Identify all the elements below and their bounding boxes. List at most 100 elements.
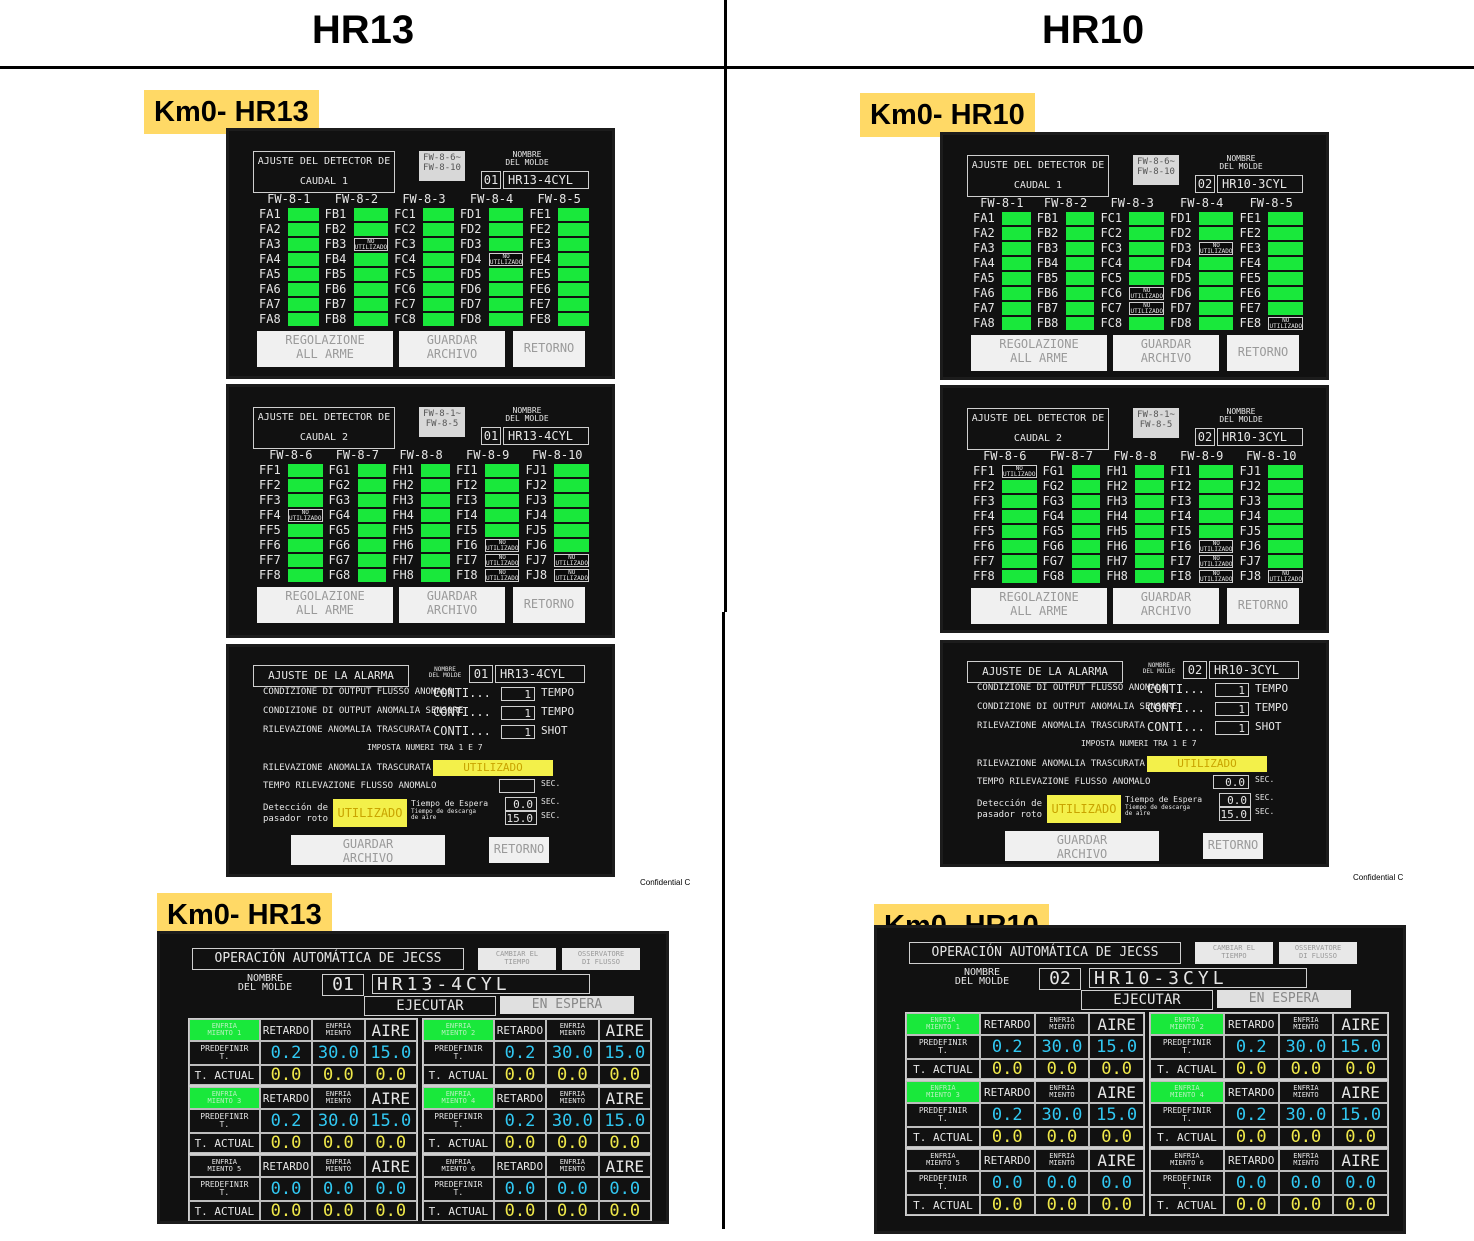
channel-status-not-used[interactable]: NO UTILIZADO: [1268, 317, 1303, 330]
channel-status-active[interactable]: [353, 208, 389, 221]
channel-status-active[interactable]: [1129, 317, 1164, 330]
ejecutar-button[interactable]: EJECUTAR: [1081, 990, 1213, 1010]
ejecutar-button[interactable]: EJECUTAR: [364, 996, 496, 1016]
channel-status-active[interactable]: [1198, 525, 1234, 538]
channel-status-active[interactable]: [1002, 212, 1031, 225]
channel-status-active[interactable]: [1065, 302, 1095, 315]
channel-status-active[interactable]: [288, 479, 323, 492]
channel-status-active[interactable]: [484, 524, 520, 537]
channel-status-active[interactable]: [357, 569, 387, 582]
channel-status-active[interactable]: [288, 223, 319, 236]
cooling-block-name[interactable]: ENFRIA MIENTO 4: [423, 1087, 494, 1109]
channel-status-active[interactable]: [1002, 555, 1037, 568]
channel-status-not-used[interactable]: NO UTILIZADO: [1198, 555, 1234, 568]
channel-status-active[interactable]: [423, 313, 454, 326]
channel-status-active[interactable]: [288, 554, 323, 567]
channel-status-active[interactable]: [1002, 272, 1031, 285]
channel-status-active[interactable]: [1071, 570, 1101, 583]
channel-status-not-used[interactable]: NO UTILIZADO: [554, 554, 589, 567]
channel-status-active[interactable]: [288, 268, 319, 281]
channel-status-active[interactable]: [1268, 525, 1303, 538]
deteccion-toggle[interactable]: UTILIZADO: [333, 799, 407, 827]
predef-value[interactable]: 30.0: [1278, 1103, 1334, 1127]
channel-status-active[interactable]: [558, 223, 589, 236]
channel-status-active[interactable]: [1268, 555, 1303, 568]
channel-status-not-used[interactable]: NO UTILIZADO: [484, 539, 520, 552]
channel-status-active[interactable]: [1268, 272, 1303, 285]
channel-status-active[interactable]: [288, 539, 323, 552]
channel-status-active[interactable]: [357, 539, 387, 552]
predef-value[interactable]: 0.0: [259, 1177, 313, 1201]
predef-value[interactable]: 0.0: [1034, 1171, 1090, 1195]
channel-status-active[interactable]: [353, 253, 389, 266]
alarm-row-mode[interactable]: CONTI...: [1147, 701, 1205, 715]
cooling-block-name[interactable]: ENFRIA MIENTO 4: [1150, 1081, 1224, 1103]
predef-value[interactable]: 0.2: [979, 1035, 1035, 1059]
channel-status-active[interactable]: [1071, 510, 1101, 523]
channel-status-active[interactable]: [421, 464, 450, 477]
retorno-button[interactable]: RETORNO: [1203, 833, 1263, 859]
channel-status-active[interactable]: [1198, 495, 1234, 508]
guardar-archivo-button[interactable]: GUARDAR ARCHIVO: [399, 587, 505, 623]
channel-status-active[interactable]: [288, 253, 319, 266]
alarm-row-value[interactable]: 1: [501, 725, 535, 739]
channel-status-active[interactable]: [288, 569, 323, 582]
channel-status-active[interactable]: [1002, 242, 1031, 255]
predef-value[interactable]: 15.0: [598, 1041, 651, 1065]
channel-status-active[interactable]: [1198, 465, 1234, 478]
retorno-button[interactable]: RETORNO: [489, 837, 549, 863]
channel-status-active[interactable]: [1002, 227, 1031, 240]
channel-status-active[interactable]: [488, 238, 524, 251]
alarm-row-mode[interactable]: CONTI...: [433, 724, 491, 738]
channel-status-active[interactable]: [353, 283, 389, 296]
regolazione-button[interactable]: REGOLAZIONE ALL ARME: [257, 587, 393, 623]
channel-status-active[interactable]: [421, 494, 450, 507]
cambiar-tiempo-button[interactable]: CAMBIAR EL TIEMPO: [478, 948, 556, 970]
channel-status-active[interactable]: [357, 479, 387, 492]
channel-status-active[interactable]: [558, 313, 589, 326]
channel-status-active[interactable]: [1065, 257, 1095, 270]
channel-status-not-used[interactable]: NO UTILIZADO: [1129, 302, 1164, 315]
channel-status-active[interactable]: [1198, 272, 1234, 285]
en-espera-button[interactable]: EN ESPERA: [500, 996, 634, 1014]
deteccion-toggle[interactable]: UTILIZADO: [1047, 795, 1121, 823]
channel-status-active[interactable]: [423, 298, 454, 311]
channel-status-active[interactable]: [488, 313, 524, 326]
channel-status-active[interactable]: [554, 494, 589, 507]
channel-status-not-used[interactable]: NO UTILIZADO: [1198, 570, 1234, 583]
channel-status-active[interactable]: [1002, 540, 1037, 553]
predef-value[interactable]: 0.2: [1223, 1035, 1279, 1059]
channel-status-active[interactable]: [1065, 212, 1095, 225]
channel-status-active[interactable]: [488, 298, 524, 311]
retorno-button[interactable]: RETORNO: [1227, 335, 1299, 371]
predef-value[interactable]: 15.0: [1333, 1103, 1388, 1127]
tempo-value[interactable]: 0.0: [1213, 775, 1249, 789]
cooling-block-name[interactable]: ENFRIA MIENTO 1: [906, 1013, 980, 1035]
channel-status-active[interactable]: [421, 509, 450, 522]
channel-status-active[interactable]: [554, 509, 589, 522]
channel-status-active[interactable]: [353, 313, 389, 326]
espera-value[interactable]: 0.0: [1219, 793, 1251, 807]
predef-value[interactable]: 0.2: [493, 1041, 547, 1065]
alarm-row-mode[interactable]: CONTI...: [433, 705, 491, 719]
channel-status-active[interactable]: [353, 223, 389, 236]
channel-status-active[interactable]: [1268, 227, 1303, 240]
channel-status-not-used[interactable]: NO UTILIZADO: [353, 238, 389, 251]
channel-status-active[interactable]: [1268, 302, 1303, 315]
predef-value[interactable]: 30.0: [1034, 1035, 1090, 1059]
alarm-row-mode[interactable]: CONTI...: [1147, 682, 1205, 696]
rilevazione-toggle[interactable]: UTILIZADO: [433, 760, 553, 776]
channel-status-active[interactable]: [1071, 495, 1101, 508]
channel-status-active[interactable]: [357, 509, 387, 522]
alarm-row-value[interactable]: 1: [501, 706, 535, 720]
predef-value[interactable]: 30.0: [312, 1109, 365, 1133]
alarm-row-value[interactable]: 1: [1215, 683, 1249, 697]
channel-status-active[interactable]: [288, 494, 323, 507]
channel-status-active[interactable]: [1002, 570, 1037, 583]
predef-value[interactable]: 30.0: [1278, 1035, 1334, 1059]
channel-status-active[interactable]: [1129, 257, 1164, 270]
descarga-value[interactable]: 15.0: [505, 811, 537, 825]
channel-status-active[interactable]: [353, 268, 389, 281]
channel-status-active[interactable]: [421, 524, 450, 537]
channel-status-active[interactable]: [357, 554, 387, 567]
